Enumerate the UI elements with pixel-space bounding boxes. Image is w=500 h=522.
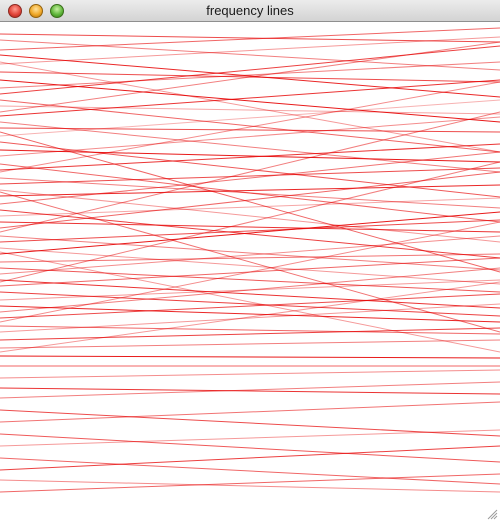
frequency-line: [0, 79, 500, 117]
frequency-line: [0, 116, 500, 157]
frequency-line: [0, 401, 500, 423]
frequency-line: [0, 267, 500, 313]
frequency-line: [0, 184, 500, 197]
frequency-line: [0, 457, 500, 485]
frequency-lines-canvas: [0, 27, 500, 493]
frequency-line: [0, 251, 500, 353]
frequency-line: [0, 167, 500, 185]
frequency-line: [0, 151, 500, 205]
frequency-line: [0, 99, 500, 137]
frequency-line: [0, 81, 500, 173]
frequency-line: [0, 143, 500, 171]
resize-grip-icon[interactable]: [487, 509, 498, 520]
app-window: frequency lines: [0, 0, 500, 522]
frequency-line: [0, 381, 500, 399]
frequency-line: [0, 387, 500, 395]
frequency-line: [0, 369, 500, 379]
frequency-line: [0, 161, 500, 283]
line-group: [0, 27, 500, 493]
frequency-line: [0, 473, 500, 493]
frequency-line: [0, 479, 500, 493]
frequency-line: [0, 131, 500, 273]
frequency-line: [0, 27, 500, 51]
frequency-line: [0, 177, 500, 209]
window-title: frequency lines: [206, 3, 294, 18]
title-bar[interactable]: frequency lines: [0, 0, 500, 22]
frequency-line: [0, 211, 500, 255]
frequency-line: [0, 45, 500, 95]
frequency-line: [0, 99, 500, 153]
frequency-line: [0, 36, 500, 65]
frequency-line: [0, 355, 500, 359]
